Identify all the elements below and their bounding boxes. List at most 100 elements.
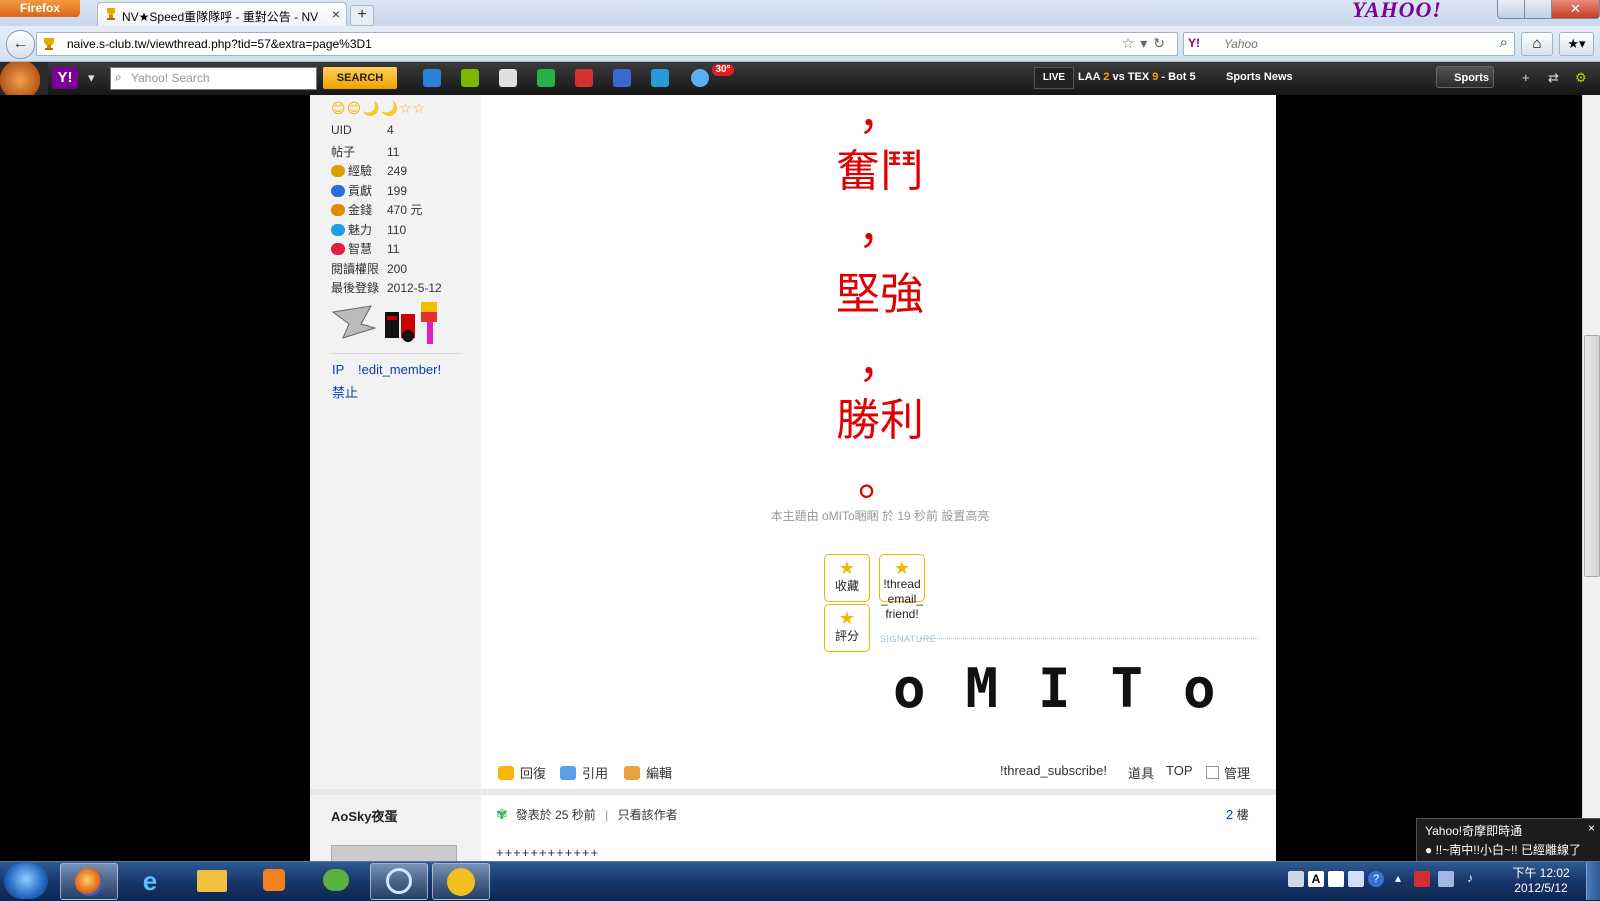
stat-label: 貢獻 [331, 182, 387, 199]
plus-icon[interactable]: + [1522, 70, 1530, 85]
url-text: naive.s-club.tw/viewthread.php?tid=57&ex… [67, 37, 372, 51]
yahoo-search-placeholder: Yahoo! Search [131, 71, 210, 85]
minimize-button[interactable] [1497, 0, 1525, 19]
weather-icon[interactable] [691, 69, 709, 87]
url-bar[interactable]: naive.s-club.tw/viewthread.php?tid=57&ex… [36, 32, 1178, 56]
reply-button[interactable]: 回復 [498, 763, 546, 782]
browser-tab[interactable]: NV★Speed重隊隊呼 - 重對公告 - NV★... × [97, 2, 347, 27]
finance-icon[interactable] [651, 69, 669, 87]
top-link[interactable]: TOP [1166, 763, 1193, 778]
yahoo-search-button[interactable]: SEARCH [323, 67, 397, 89]
post-line: ， [858, 89, 902, 140]
chevron-up-icon[interactable]: ▴ [1390, 871, 1406, 887]
notification-close-icon[interactable]: × [1588, 821, 1595, 835]
yahoo-messenger-taskbar-icon[interactable] [432, 863, 490, 900]
stat-icon [331, 165, 345, 177]
search-engine-icon[interactable]: Y! [1188, 36, 1200, 50]
network-icon[interactable] [1438, 871, 1454, 887]
stat-row: UID 4 [331, 123, 394, 137]
new-tab-button[interactable]: + [350, 5, 374, 26]
edit-button[interactable]: 編輯 [624, 763, 672, 782]
search-icon[interactable]: ⌕ [1500, 34, 1508, 51]
stat-label: 閱讀權限 [331, 260, 387, 277]
tab-title: NV★Speed重隊隊呼 - 重對公告 - NV★... [122, 10, 318, 24]
show-desktop-button[interactable] [1586, 862, 1600, 900]
post-line: ， [858, 337, 902, 388]
score2: 9 [1152, 71, 1159, 83]
scrollbar-thumb[interactable] [1584, 335, 1600, 577]
tools-link[interactable]: 道具 [1128, 763, 1154, 782]
notification-title: Yahoo!奇摩即時通 [1425, 824, 1523, 838]
firefox-menu-button[interactable]: Firefox [0, 0, 80, 17]
yahoo-search-input[interactable]: ⌕ Yahoo! Search [110, 67, 317, 90]
volume-icon[interactable]: ♪ [1462, 871, 1478, 887]
reply-icon [498, 766, 514, 780]
close-window-button[interactable]: ✕ [1551, 0, 1600, 19]
chevron-down-icon[interactable]: ▾ [88, 70, 95, 86]
only-author-link[interactable]: 只看該作者 [618, 808, 678, 822]
edit-member-link[interactable]: !edit_member! [358, 362, 441, 377]
calendar-icon[interactable] [499, 69, 517, 87]
stat-row: 金錢 470 元 [331, 201, 422, 218]
email-friend-button[interactable]: ★ !thread_email_friend! [879, 554, 925, 621]
live-score[interactable]: LAA 2 vs TEX 9 - Bot 5 [1078, 71, 1196, 83]
subscribe-link[interactable]: !thread_subscribe! [1000, 763, 1107, 778]
team1: LAA [1078, 71, 1101, 83]
gear-icon[interactable]: ⚙ [1575, 70, 1587, 86]
live-badge[interactable]: LIVE [1034, 67, 1074, 89]
stat-icon [331, 204, 345, 216]
explorer-taskbar-icon[interactable] [184, 863, 240, 898]
yahoo-toolbar-logo[interactable]: Y! [52, 67, 78, 89]
mail-icon[interactable] [423, 69, 441, 87]
stat-row: 閱讀權限 200 [331, 260, 407, 277]
firefox-taskbar-icon[interactable] [60, 863, 118, 900]
messenger-taskbar-icon[interactable] [308, 863, 364, 898]
rate-button[interactable]: ★ 評分 [824, 604, 870, 652]
im-notification[interactable]: Yahoo!奇摩即時通 × ● !!~南中!!小白~!! 已經離線了 [1416, 818, 1600, 863]
quote-button[interactable]: 引用 [560, 763, 608, 782]
search-bar[interactable]: Y! Yahoo ⌕ [1183, 32, 1515, 56]
stat-icon [331, 184, 345, 197]
sports-button[interactable]: Sports [1436, 66, 1494, 88]
stat-label: 金錢 [331, 201, 387, 218]
help-icon[interactable]: ? [1368, 871, 1384, 887]
favorite-button[interactable]: ★ 收藏 [824, 554, 870, 602]
signature-text: oMITo [893, 657, 1256, 720]
post2-time: 發表於 25 秒前 [515, 808, 596, 822]
star-icon: ★ [893, 558, 911, 578]
sports-news-label[interactable]: Sports News [1226, 71, 1293, 83]
manage-checkbox[interactable] [1206, 766, 1219, 779]
ie-taskbar-icon[interactable]: e [122, 863, 178, 898]
score-vs: vs [1112, 71, 1125, 83]
keyboard-icon[interactable] [1348, 871, 1364, 887]
bookmark-star-icon[interactable]: ☆▾↻ [1122, 35, 1171, 52]
language-icon[interactable] [1288, 871, 1304, 887]
post-line: ， [858, 203, 902, 254]
stat-row: 智慧 11 [331, 240, 399, 257]
maximize-button[interactable] [1524, 0, 1552, 19]
start-button[interactable] [4, 863, 48, 899]
flag-icon[interactable] [1414, 871, 1430, 887]
search-placeholder: Yahoo [1224, 37, 1258, 51]
games-icon[interactable] [537, 69, 555, 87]
stat-value: 11 [387, 242, 400, 256]
shopping-icon[interactable] [575, 69, 593, 87]
font-a-icon[interactable]: A [1308, 871, 1324, 887]
ban-link[interactable]: 禁止 [332, 382, 358, 401]
back-button[interactable]: ← [6, 30, 35, 59]
bookmarks-button[interactable]: ★▾ [1559, 32, 1594, 56]
post2-author[interactable]: AoSky夜蛋 [331, 806, 397, 825]
notes-icon[interactable] [461, 69, 479, 87]
swap-icon[interactable]: ⇄ [1548, 70, 1559, 86]
stat-value: 4 [387, 123, 394, 137]
movie-icon[interactable] [613, 69, 631, 87]
clock[interactable]: 下午 12:02 2012/5/12 [1504, 866, 1578, 896]
ime-icon[interactable] [1328, 871, 1344, 887]
team2: TEX [1127, 71, 1150, 83]
tab-close-icon[interactable]: × [332, 6, 340, 22]
media-player-taskbar-icon[interactable] [246, 863, 302, 898]
ip-link[interactable]: IP [332, 362, 344, 377]
home-button[interactable]: ⌂ [1521, 32, 1553, 56]
app-taskbar-icon[interactable] [370, 863, 428, 900]
stat-row: 經驗 249 [331, 162, 407, 179]
